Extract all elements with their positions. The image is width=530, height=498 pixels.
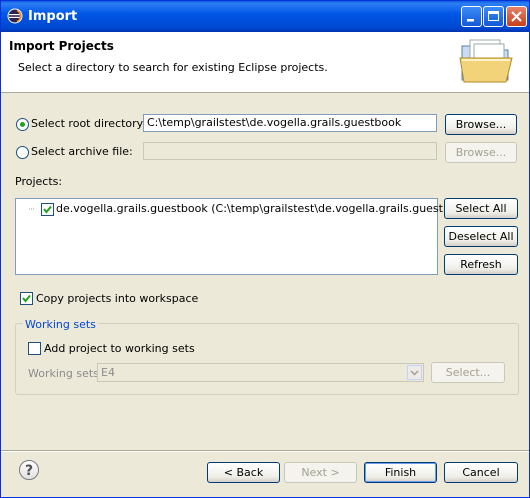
archive-file-radio[interactable] [16, 146, 29, 159]
chevron-down-icon [410, 370, 419, 376]
import-dialog: Import Import Projects Select a director… [0, 0, 530, 498]
refresh-button[interactable]: Refresh [444, 254, 518, 275]
folder-import-icon [459, 39, 513, 83]
title-bar[interactable]: Import [1, 1, 529, 32]
select-all-button[interactable]: Select All [444, 198, 518, 219]
deselect-all-button[interactable]: Deselect All [444, 226, 518, 247]
copy-projects-checkbox[interactable] [20, 292, 33, 305]
working-sets-value: E4 [101, 366, 115, 379]
project-label: de.vogella.grails.guestbook (C:\temp\gra… [56, 202, 475, 215]
working-sets-group [15, 323, 519, 395]
next-button[interactable]: Next > [284, 462, 357, 483]
dialog-header: Import Projects Select a directory to se… [1, 32, 529, 93]
add-to-working-sets-label: Add project to working sets [44, 342, 195, 355]
cancel-button[interactable]: Cancel [444, 462, 518, 483]
root-directory-radio[interactable] [16, 118, 29, 131]
maximize-button[interactable] [483, 6, 504, 27]
working-sets-title: Working sets [23, 318, 98, 331]
minimize-button[interactable] [461, 6, 482, 27]
eclipse-icon [7, 8, 23, 24]
header-title: Import Projects [9, 39, 114, 53]
combo-dropdown-button[interactable] [407, 365, 422, 380]
close-icon [511, 11, 522, 22]
project-checkbox[interactable] [41, 203, 54, 216]
archive-file-field[interactable] [143, 142, 437, 160]
root-directory-label: Select root directory: [31, 117, 147, 130]
footer-separator [1, 450, 529, 452]
header-description: Select a directory to search for existin… [18, 61, 328, 74]
close-button[interactable] [506, 6, 527, 27]
archive-file-label: Select archive file: [31, 145, 133, 158]
tree-line-icon [29, 208, 35, 210]
back-button[interactable]: < Back [207, 462, 280, 483]
root-directory-field[interactable]: C:\temp\grailstest\de.vogella.grails.gue… [143, 114, 437, 132]
help-icon[interactable]: ? [19, 460, 39, 480]
maximize-icon [488, 11, 499, 21]
checkmark-icon [43, 205, 52, 214]
add-to-working-sets-checkbox[interactable] [28, 342, 41, 355]
working-sets-combo[interactable]: E4 [97, 363, 424, 382]
browse-archive-button[interactable]: Browse... [445, 142, 517, 163]
projects-label: Projects: [15, 175, 63, 188]
select-working-sets-button[interactable]: Select... [431, 362, 505, 383]
minimize-icon [467, 19, 474, 22]
checkmark-icon [22, 294, 31, 303]
list-item[interactable]: de.vogella.grails.guestbook (C:\temp\gra… [16, 201, 474, 217]
projects-list[interactable]: de.vogella.grails.guestbook (C:\temp\gra… [15, 198, 474, 275]
copy-projects-label: Copy projects into workspace [36, 292, 199, 305]
window-title: Import [28, 9, 78, 24]
finish-button[interactable]: Finish [364, 462, 437, 483]
working-sets-label: Working sets: [28, 367, 103, 380]
browse-root-button[interactable]: Browse... [445, 114, 517, 135]
